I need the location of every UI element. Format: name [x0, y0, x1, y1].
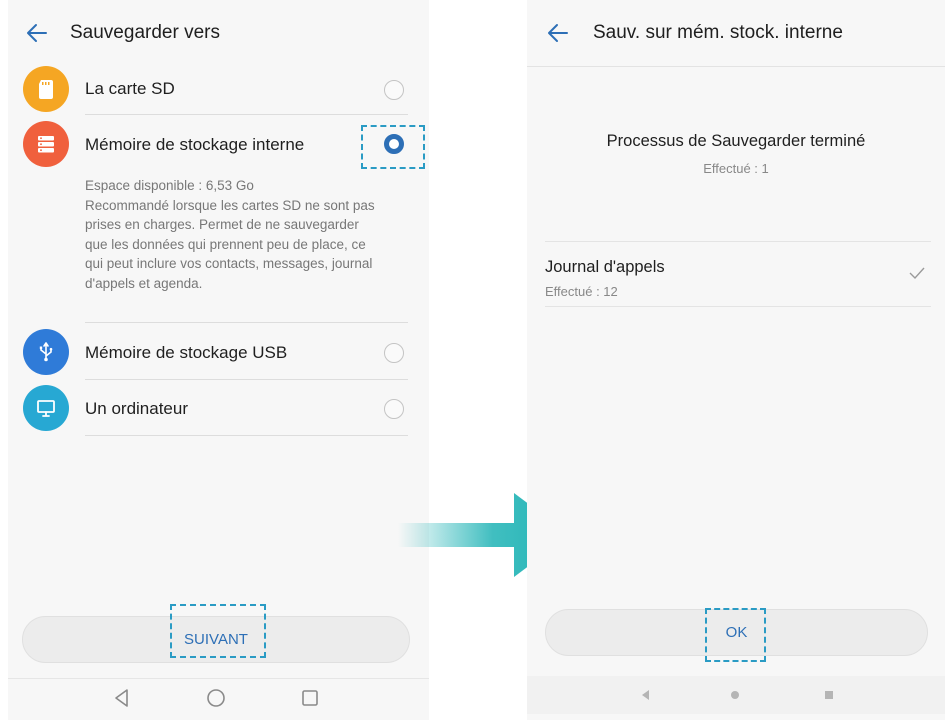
storage-icon — [23, 121, 69, 167]
nav-recents-icon[interactable] — [818, 684, 840, 706]
nav-home-icon[interactable] — [205, 687, 227, 709]
backup-destination-screen: Sauvegarder vers La carte SD Mémoire de … — [8, 0, 429, 720]
option-computer[interactable]: Un ordinateur — [8, 385, 429, 431]
nav-recents-icon[interactable] — [299, 687, 321, 709]
check-icon — [907, 265, 927, 281]
nav-bar — [527, 676, 945, 714]
page-title: Sauvegarder vers — [70, 22, 220, 43]
item-subtitle: Effectué : 12 — [545, 284, 618, 299]
storage-description: Recommandé lorsque les cartes SD ne sont… — [85, 197, 375, 291]
computer-icon — [23, 385, 69, 431]
option-label: Un ordinateur — [85, 399, 189, 418]
ok-button[interactable]: OK — [545, 609, 928, 656]
radio-usb-storage[interactable] — [384, 343, 404, 363]
usb-icon — [23, 329, 69, 375]
storage-details: Espace disponible : 6,53 Go Recommandé l… — [85, 176, 385, 293]
app-bar: Sauvegarder vers — [8, 0, 429, 66]
divider — [85, 435, 408, 436]
status-title: Processus de Sauvegarder terminé — [606, 132, 866, 150]
item-title: Journal d'appels — [545, 258, 665, 276]
radio-internal-storage[interactable] — [384, 134, 404, 154]
status-subtitle: Effectué : 1 — [703, 161, 769, 176]
nav-home-icon[interactable] — [724, 684, 746, 706]
divider — [85, 379, 408, 380]
option-label: La carte SD — [85, 79, 175, 98]
divider — [545, 306, 931, 307]
divider — [85, 322, 408, 323]
available-space: Espace disponible : 6,53 Go — [85, 178, 254, 193]
option-usb-storage[interactable]: Mémoire de stockage USB — [8, 329, 429, 375]
back-arrow-icon[interactable] — [22, 18, 52, 48]
option-label: Mémoire de stockage USB — [85, 343, 288, 362]
nav-bar — [8, 678, 429, 717]
app-bar: Sauv. sur mém. stock. interne — [527, 0, 945, 67]
page-title: Sauv. sur mém. stock. interne — [593, 22, 843, 43]
divider — [85, 114, 408, 115]
next-button[interactable]: SUIVANT — [22, 616, 410, 663]
divider — [545, 241, 931, 242]
option-internal-storage[interactable]: Mémoire de stockage interne — [8, 121, 429, 167]
nav-back-icon[interactable] — [635, 684, 657, 706]
radio-sd-card[interactable] — [384, 80, 404, 100]
radio-computer[interactable] — [384, 399, 404, 419]
nav-back-icon[interactable] — [111, 687, 133, 709]
sd-card-icon — [23, 66, 69, 112]
back-arrow-icon[interactable] — [543, 18, 573, 48]
backup-complete-screen: Sauv. sur mém. stock. interne Processus … — [527, 0, 945, 720]
option-sd-card[interactable]: La carte SD — [8, 66, 429, 112]
option-label: Mémoire de stockage interne — [85, 135, 305, 154]
